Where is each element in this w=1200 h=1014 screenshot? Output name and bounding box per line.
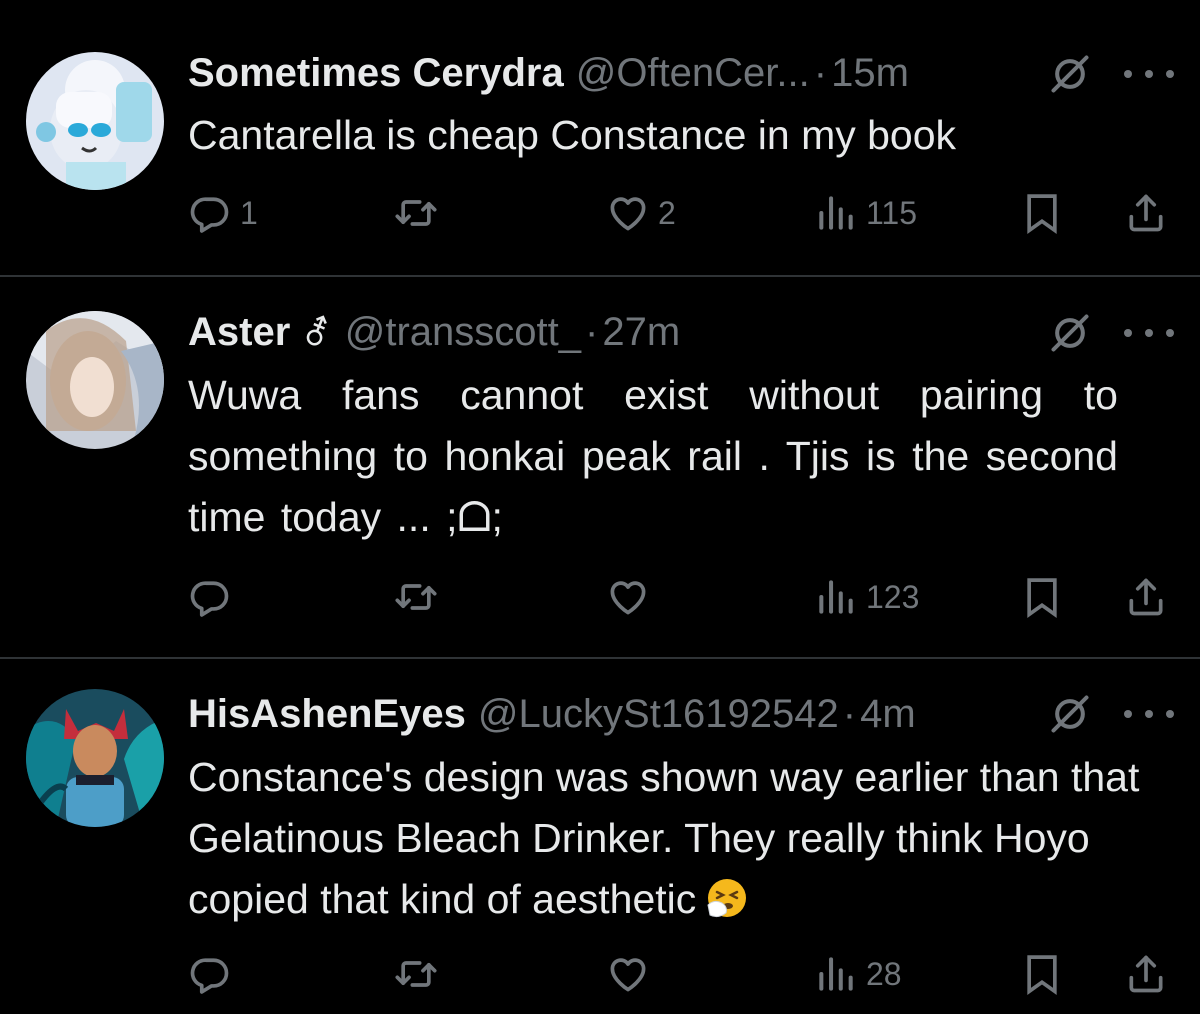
timestamp[interactable]: 4m [860,689,916,739]
heart-icon [606,191,650,235]
action-bar: 1 2 115 [0,188,1200,238]
handle[interactable]: @LuckySt16192542 [478,689,839,739]
action-bar: 123 [0,572,1200,622]
like-button[interactable] [606,949,658,999]
grok-icon[interactable] [1048,52,1092,96]
sneezing-face-emoji [707,879,747,918]
reply-button[interactable]: 1 [188,188,258,238]
more-icon[interactable] [1124,692,1174,736]
handle[interactable]: @OftenCer... [576,48,810,98]
handle[interactable]: @transscott_ [345,307,581,357]
repost-button[interactable] [394,572,438,622]
action-bar: 28 [0,949,1200,999]
tweet-text: Constance's design was shown way earlier… [188,747,1178,930]
display-name[interactable]: Aster [188,307,290,357]
tweet-header: Sometimes Cerydra @OftenCer... · 15m [188,48,909,98]
like-button[interactable]: 2 [606,188,676,238]
share-icon [1124,952,1168,996]
repost-button[interactable] [394,949,438,999]
reply-icon [188,191,232,235]
like-count: 2 [658,194,676,231]
tweet-text: Cantarella is cheap Constance in my book [188,112,957,158]
avatar[interactable] [26,689,164,827]
views-icon [814,191,858,235]
reply-button[interactable] [188,572,240,622]
views-button[interactable]: 28 [814,949,902,999]
separator-dot: · [585,310,599,354]
more-icon[interactable] [1124,52,1174,96]
bookmark-icon [1020,575,1064,619]
repost-button[interactable] [394,188,438,238]
tweet-header: HisAshenEyes @LuckySt16192542 · 4m [188,689,916,739]
bookmark-icon [1020,191,1064,235]
view-count: 123 [866,578,920,615]
display-name[interactable]: HisAshenEyes [188,689,466,739]
repost-icon [394,575,438,619]
bookmark-button[interactable] [1020,188,1064,238]
tweet-text-content: Constance's design was shown way earlier… [188,754,1140,922]
avatar[interactable] [26,52,164,190]
tweet-header: Aster ⚦ @transscott_ · 27m [188,307,680,357]
bookmark-button[interactable] [1020,572,1064,622]
bookmark-button[interactable] [1020,949,1064,999]
heart-icon [606,952,650,996]
share-icon [1124,191,1168,235]
separator-dot: · [842,692,857,736]
views-icon [814,575,858,619]
timestamp[interactable]: 27m [602,307,680,357]
share-button[interactable] [1124,949,1168,999]
heart-icon [606,575,650,619]
tweet[interactable]: HisAshenEyes @LuckySt16192542 · 4m Const… [0,659,1200,1014]
share-button[interactable] [1124,572,1168,622]
like-button[interactable] [606,572,658,622]
bookmark-icon [1020,952,1064,996]
more-icon[interactable] [1124,311,1174,355]
grok-icon[interactable] [1048,311,1092,355]
tweet[interactable]: Sometimes Cerydra @OftenCer... · 15m Can… [0,0,1200,276]
reply-count: 1 [240,194,258,231]
avatar[interactable] [26,311,164,449]
views-button[interactable]: 123 [814,572,919,622]
separator-dot: · [813,51,828,95]
repost-icon [394,952,438,996]
view-count: 115 [866,194,918,231]
tweet-text: Wuwa fans cannot exist without pairing t… [188,372,1118,540]
view-count: 28 [866,955,902,992]
display-name[interactable]: Sometimes Cerydra [188,48,564,98]
views-icon [814,952,858,996]
grok-icon[interactable] [1048,692,1092,736]
tweet[interactable]: Aster ⚦ @transscott_ · 27m Wuwa fans can… [0,277,1200,657]
views-button[interactable]: 115 [814,188,917,238]
reply-button[interactable] [188,949,240,999]
reply-icon [188,952,232,996]
repost-icon [394,191,438,235]
gender-badge: ⚦ [302,315,331,353]
timestamp[interactable]: 15m [831,48,909,98]
share-icon [1124,575,1168,619]
share-button[interactable] [1124,188,1168,238]
reply-icon [188,575,232,619]
